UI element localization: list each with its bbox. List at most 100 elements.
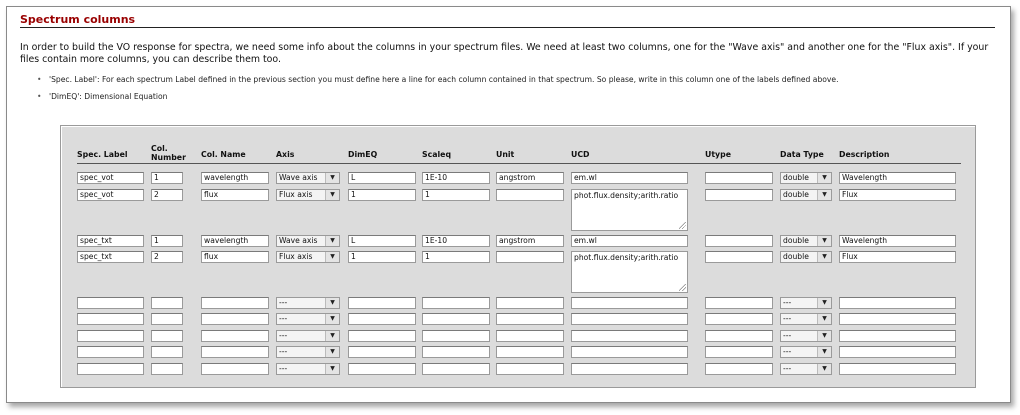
axis-select[interactable]: Wave axis ▼ <box>276 172 340 184</box>
ucd-input[interactable] <box>571 363 688 375</box>
chevron-down-icon[interactable]: ▼ <box>817 331 831 341</box>
chevron-down-icon[interactable]: ▼ <box>325 190 339 200</box>
axis-select[interactable]: --- ▼ <box>276 313 340 325</box>
utype-input[interactable] <box>705 251 773 263</box>
col-name-input[interactable]: wavelength <box>201 172 269 184</box>
axis-select[interactable]: Flux axis ▼ <box>276 189 340 201</box>
data-type-select[interactable]: double ▼ <box>780 251 832 263</box>
unit-input[interactable] <box>496 297 564 309</box>
col-name-input[interactable]: flux <box>201 251 269 263</box>
ucd-textarea[interactable]: phot.flux.density;arith.ratio <box>571 251 688 293</box>
chevron-down-icon[interactable]: ▼ <box>325 364 339 374</box>
col-number-input[interactable]: 1 <box>151 172 183 184</box>
chevron-down-icon[interactable]: ▼ <box>325 236 339 246</box>
col-name-input[interactable]: wavelength <box>201 235 269 247</box>
axis-select[interactable]: --- ▼ <box>276 297 340 309</box>
description-input[interactable] <box>839 297 956 309</box>
data-type-select[interactable]: double ▼ <box>780 235 832 247</box>
scaleq-input[interactable]: 1E-10 <box>422 172 490 184</box>
chevron-down-icon[interactable]: ▼ <box>325 347 339 357</box>
ucd-input[interactable] <box>571 330 688 342</box>
unit-input[interactable] <box>496 251 564 263</box>
chevron-down-icon[interactable]: ▼ <box>325 314 339 324</box>
unit-input[interactable] <box>496 189 564 201</box>
data-type-select[interactable]: --- ▼ <box>780 330 832 342</box>
chevron-down-icon[interactable]: ▼ <box>817 236 831 246</box>
col-number-input[interactable]: 2 <box>151 189 183 201</box>
chevron-down-icon[interactable]: ▼ <box>325 252 339 262</box>
spec-label-input[interactable]: spec_txt <box>77 251 144 263</box>
col-name-input[interactable] <box>201 297 269 309</box>
dimeq-input[interactable] <box>348 363 416 375</box>
dimeq-input[interactable]: 1 <box>348 189 416 201</box>
scaleq-input[interactable] <box>422 363 490 375</box>
chevron-down-icon[interactable]: ▼ <box>325 173 339 183</box>
ucd-input[interactable] <box>571 297 688 309</box>
description-input[interactable]: Flux <box>839 189 956 201</box>
spec-label-input[interactable] <box>77 330 144 342</box>
unit-input[interactable]: angstrom <box>496 235 564 247</box>
scaleq-input[interactable] <box>422 297 490 309</box>
ucd-textarea[interactable]: phot.flux.density;arith.ratio <box>571 189 688 231</box>
data-type-select[interactable]: --- ▼ <box>780 297 832 309</box>
scaleq-input[interactable]: 1E-10 <box>422 235 490 247</box>
resize-grip-icon[interactable] <box>679 222 686 229</box>
unit-input[interactable] <box>496 346 564 358</box>
resize-grip-icon[interactable] <box>679 284 686 291</box>
ucd-input[interactable]: em.wl <box>571 172 688 184</box>
axis-select[interactable]: Flux axis ▼ <box>276 251 340 263</box>
col-number-input[interactable]: 2 <box>151 251 183 263</box>
axis-select[interactable]: --- ▼ <box>276 330 340 342</box>
spec-label-input[interactable]: spec_vot <box>77 189 144 201</box>
col-number-input[interactable] <box>151 313 183 325</box>
chevron-down-icon[interactable]: ▼ <box>817 173 831 183</box>
spec-label-input[interactable] <box>77 297 144 309</box>
col-number-input[interactable]: 1 <box>151 235 183 247</box>
unit-input[interactable]: angstrom <box>496 172 564 184</box>
col-number-input[interactable] <box>151 297 183 309</box>
data-type-select[interactable]: double ▼ <box>780 172 832 184</box>
dimeq-input[interactable] <box>348 297 416 309</box>
ucd-input[interactable] <box>571 313 688 325</box>
utype-input[interactable] <box>705 313 773 325</box>
ucd-input[interactable] <box>571 346 688 358</box>
description-input[interactable] <box>839 346 956 358</box>
utype-input[interactable] <box>705 172 773 184</box>
chevron-down-icon[interactable]: ▼ <box>325 331 339 341</box>
utype-input[interactable] <box>705 330 773 342</box>
utype-input[interactable] <box>705 346 773 358</box>
utype-input[interactable] <box>705 235 773 247</box>
description-input[interactable]: Wavelength <box>839 235 956 247</box>
ucd-input[interactable]: em.wl <box>571 235 688 247</box>
dimeq-input[interactable] <box>348 346 416 358</box>
chevron-down-icon[interactable]: ▼ <box>817 190 831 200</box>
data-type-select[interactable]: --- ▼ <box>780 346 832 358</box>
description-input[interactable] <box>839 330 956 342</box>
scaleq-input[interactable]: 1 <box>422 189 490 201</box>
description-input[interactable]: Flux <box>839 251 956 263</box>
dimeq-input[interactable]: 1 <box>348 251 416 263</box>
description-input[interactable] <box>839 313 956 325</box>
dimeq-input[interactable]: L <box>348 172 416 184</box>
scaleq-input[interactable]: 1 <box>422 251 490 263</box>
col-name-input[interactable] <box>201 363 269 375</box>
utype-input[interactable] <box>705 297 773 309</box>
scaleq-input[interactable] <box>422 313 490 325</box>
col-number-input[interactable] <box>151 363 183 375</box>
col-name-input[interactable]: flux <box>201 189 269 201</box>
scaleq-input[interactable] <box>422 346 490 358</box>
unit-input[interactable] <box>496 363 564 375</box>
axis-select[interactable]: --- ▼ <box>276 346 340 358</box>
description-input[interactable] <box>839 363 956 375</box>
description-input[interactable]: Wavelength <box>839 172 956 184</box>
spec-label-input[interactable]: spec_txt <box>77 235 144 247</box>
data-type-select[interactable]: double ▼ <box>780 189 832 201</box>
spec-label-input[interactable]: spec_vot <box>77 172 144 184</box>
dimeq-input[interactable] <box>348 313 416 325</box>
chevron-down-icon[interactable]: ▼ <box>817 347 831 357</box>
spec-label-input[interactable] <box>77 363 144 375</box>
spec-label-input[interactable] <box>77 346 144 358</box>
chevron-down-icon[interactable]: ▼ <box>325 298 339 308</box>
chevron-down-icon[interactable]: ▼ <box>817 314 831 324</box>
utype-input[interactable] <box>705 189 773 201</box>
